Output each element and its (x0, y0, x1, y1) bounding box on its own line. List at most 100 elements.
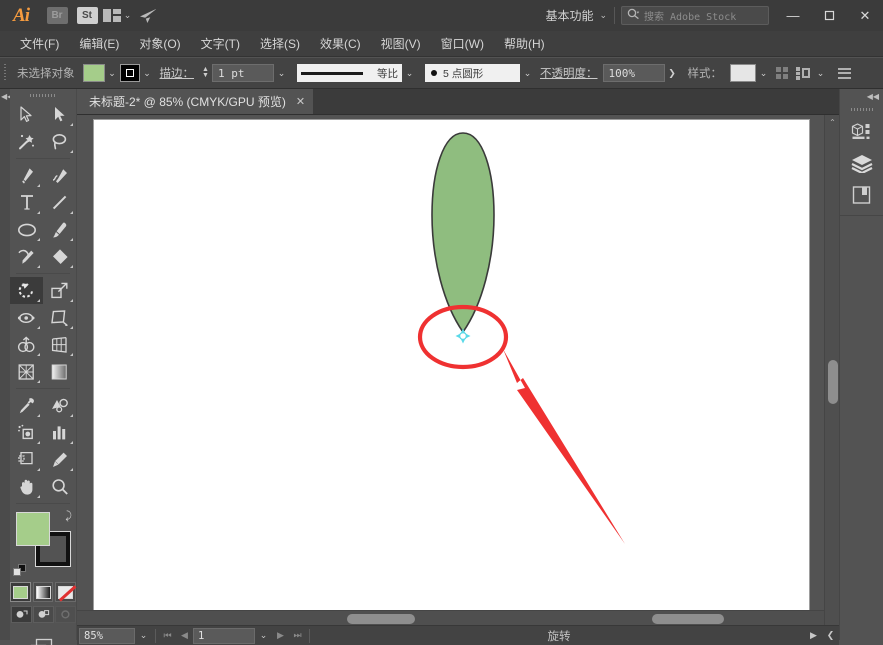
previous-artboard-button[interactable]: ◀ (176, 626, 193, 645)
first-artboard-button[interactable]: ⏮ (159, 626, 176, 645)
shaper-tool[interactable] (10, 243, 43, 270)
canvas-area[interactable]: ⌃ (77, 115, 839, 625)
stroke-weight-stepper[interactable]: ▲▼ (199, 64, 212, 82)
panel-menu-icon[interactable] (834, 63, 855, 83)
type-tool[interactable] (10, 189, 43, 216)
control-bar-grip[interactable] (0, 58, 9, 89)
status-play-icon[interactable]: ▶ (805, 626, 822, 645)
artboard-tool[interactable] (10, 446, 43, 473)
eraser-tool[interactable] (43, 243, 76, 270)
symbol-sprayer-tool[interactable] (10, 419, 43, 446)
selection-tool[interactable] (10, 101, 43, 128)
vertical-scrollbar[interactable]: ⌃ (824, 115, 839, 625)
draw-behind-mode-button[interactable] (33, 606, 54, 623)
gradient-tool[interactable] (43, 358, 76, 385)
arrange-objects-icon[interactable] (792, 63, 813, 83)
menu-help[interactable]: 帮助(H) (494, 31, 555, 57)
expand-panels-icon[interactable]: ◀◀ (840, 89, 883, 103)
last-artboard-button[interactable]: ⏭ (289, 626, 306, 645)
zoom-dropdown-icon[interactable]: ⌄ (135, 626, 152, 645)
scale-tool[interactable] (43, 277, 76, 304)
layers-panel-icon[interactable] (840, 147, 883, 179)
draw-inside-mode-button[interactable] (55, 606, 76, 623)
screen-mode-button[interactable] (10, 637, 76, 645)
stroke-weight-label[interactable]: 描边： (155, 65, 200, 81)
status-expand-icon[interactable]: ❮ (822, 626, 839, 645)
horizontal-scroll-thumb-secondary[interactable] (347, 614, 415, 624)
opacity-field[interactable]: 100% (603, 64, 665, 82)
horizontal-scroll-thumb[interactable] (652, 614, 724, 624)
artboard[interactable] (94, 120, 809, 615)
stroke-weight-dropdown-icon[interactable]: ⌄ (274, 64, 289, 82)
perspective-grid-tool[interactable] (43, 331, 76, 358)
status-text[interactable]: 旋转 (313, 628, 805, 644)
artboard-number-field[interactable]: 1 (193, 628, 255, 644)
menu-select[interactable]: 选择(S) (250, 31, 310, 57)
draw-normal-mode-button[interactable] (11, 606, 32, 623)
stroke-color-swatch[interactable] (120, 64, 140, 82)
stroke-weight-field[interactable]: 1 pt (212, 64, 274, 82)
libraries-panel-icon[interactable] (840, 179, 883, 211)
fill-dropdown-icon[interactable]: ⌄ (105, 64, 120, 82)
menu-file[interactable]: 文件(F) (10, 31, 69, 57)
properties-panel-icon[interactable] (840, 115, 883, 147)
zoom-tool[interactable] (43, 473, 76, 500)
width-tool[interactable] (10, 304, 43, 331)
default-fill-stroke-icon[interactable] (13, 564, 26, 577)
shape-builder-tool[interactable] (10, 331, 43, 358)
color-mode-button[interactable] (10, 582, 31, 602)
brush-dropdown-icon[interactable]: ⌄ (520, 64, 535, 82)
vertical-scroll-thumb[interactable] (828, 360, 838, 404)
minimize-button[interactable]: — (775, 0, 811, 31)
brush-definition-select[interactable]: 5 点圆形 (425, 64, 520, 82)
direct-selection-tool[interactable] (43, 101, 76, 128)
blend-tool[interactable] (43, 392, 76, 419)
stock-icon[interactable]: St (72, 0, 102, 31)
document-tab[interactable]: 未标题-2* @ 85% (CMYK/GPU 预览) ✕ (77, 89, 314, 114)
stroke-profile-dropdown-icon[interactable]: ⌄ (402, 64, 417, 82)
hand-tool[interactable] (10, 473, 43, 500)
ellipse-tool[interactable] (10, 216, 43, 243)
tools-panel-grip[interactable] (10, 89, 76, 101)
style-dropdown-icon[interactable]: ⌄ (756, 64, 771, 82)
arrange-dropdown-icon[interactable]: ⌄ (813, 64, 828, 82)
opacity-expand-icon[interactable]: ❯ (665, 64, 680, 82)
free-transform-tool[interactable] (43, 304, 76, 331)
paintbrush-tool[interactable] (43, 216, 76, 243)
scroll-up-arrow[interactable]: ⌃ (825, 115, 839, 130)
pen-tool[interactable] (10, 162, 43, 189)
horizontal-scrollbar[interactable] (77, 610, 824, 625)
workspace-switcher[interactable]: 基本功能 ⌄ (538, 0, 614, 31)
fill-color-swatch[interactable] (83, 64, 105, 82)
maximize-button[interactable] (811, 0, 847, 31)
lasso-tool[interactable] (43, 128, 76, 155)
slice-tool[interactable] (43, 446, 76, 473)
align-icon[interactable] (771, 63, 792, 83)
line-segment-tool[interactable] (43, 189, 76, 216)
bridge-icon[interactable]: Br (42, 0, 72, 31)
artboard-dropdown-icon[interactable]: ⌄ (255, 626, 272, 645)
none-mode-button[interactable] (55, 582, 76, 602)
next-artboard-button[interactable]: ▶ (272, 626, 289, 645)
menu-view[interactable]: 视图(V) (371, 31, 431, 57)
right-panel-grip[interactable] (840, 103, 883, 115)
curvature-tool[interactable] (43, 162, 76, 189)
stroke-profile-select[interactable]: 等比 (297, 64, 402, 82)
close-button[interactable]: ✕ (847, 0, 883, 31)
menu-type[interactable]: 文字(T) (191, 31, 250, 57)
opacity-label[interactable]: 不透明度： (535, 65, 603, 81)
menu-effect[interactable]: 效果(C) (310, 31, 371, 57)
arrange-documents-icon[interactable]: ⌄ (102, 0, 132, 31)
close-icon[interactable]: ✕ (296, 95, 305, 108)
rotate-tool[interactable] (10, 277, 43, 304)
stroke-dropdown-icon[interactable]: ⌄ (140, 64, 155, 82)
swap-fill-stroke-icon[interactable]: ⤸ (65, 510, 72, 523)
fill-color-indicator[interactable] (16, 512, 50, 546)
menu-object[interactable]: 对象(O) (129, 31, 190, 57)
gradient-mode-button[interactable] (33, 582, 54, 602)
eyedropper-tool[interactable] (10, 392, 43, 419)
rocket-icon[interactable] (132, 0, 162, 31)
mesh-tool[interactable] (10, 358, 43, 385)
magic-wand-tool[interactable] (10, 128, 43, 155)
menu-window[interactable]: 窗口(W) (431, 31, 494, 57)
